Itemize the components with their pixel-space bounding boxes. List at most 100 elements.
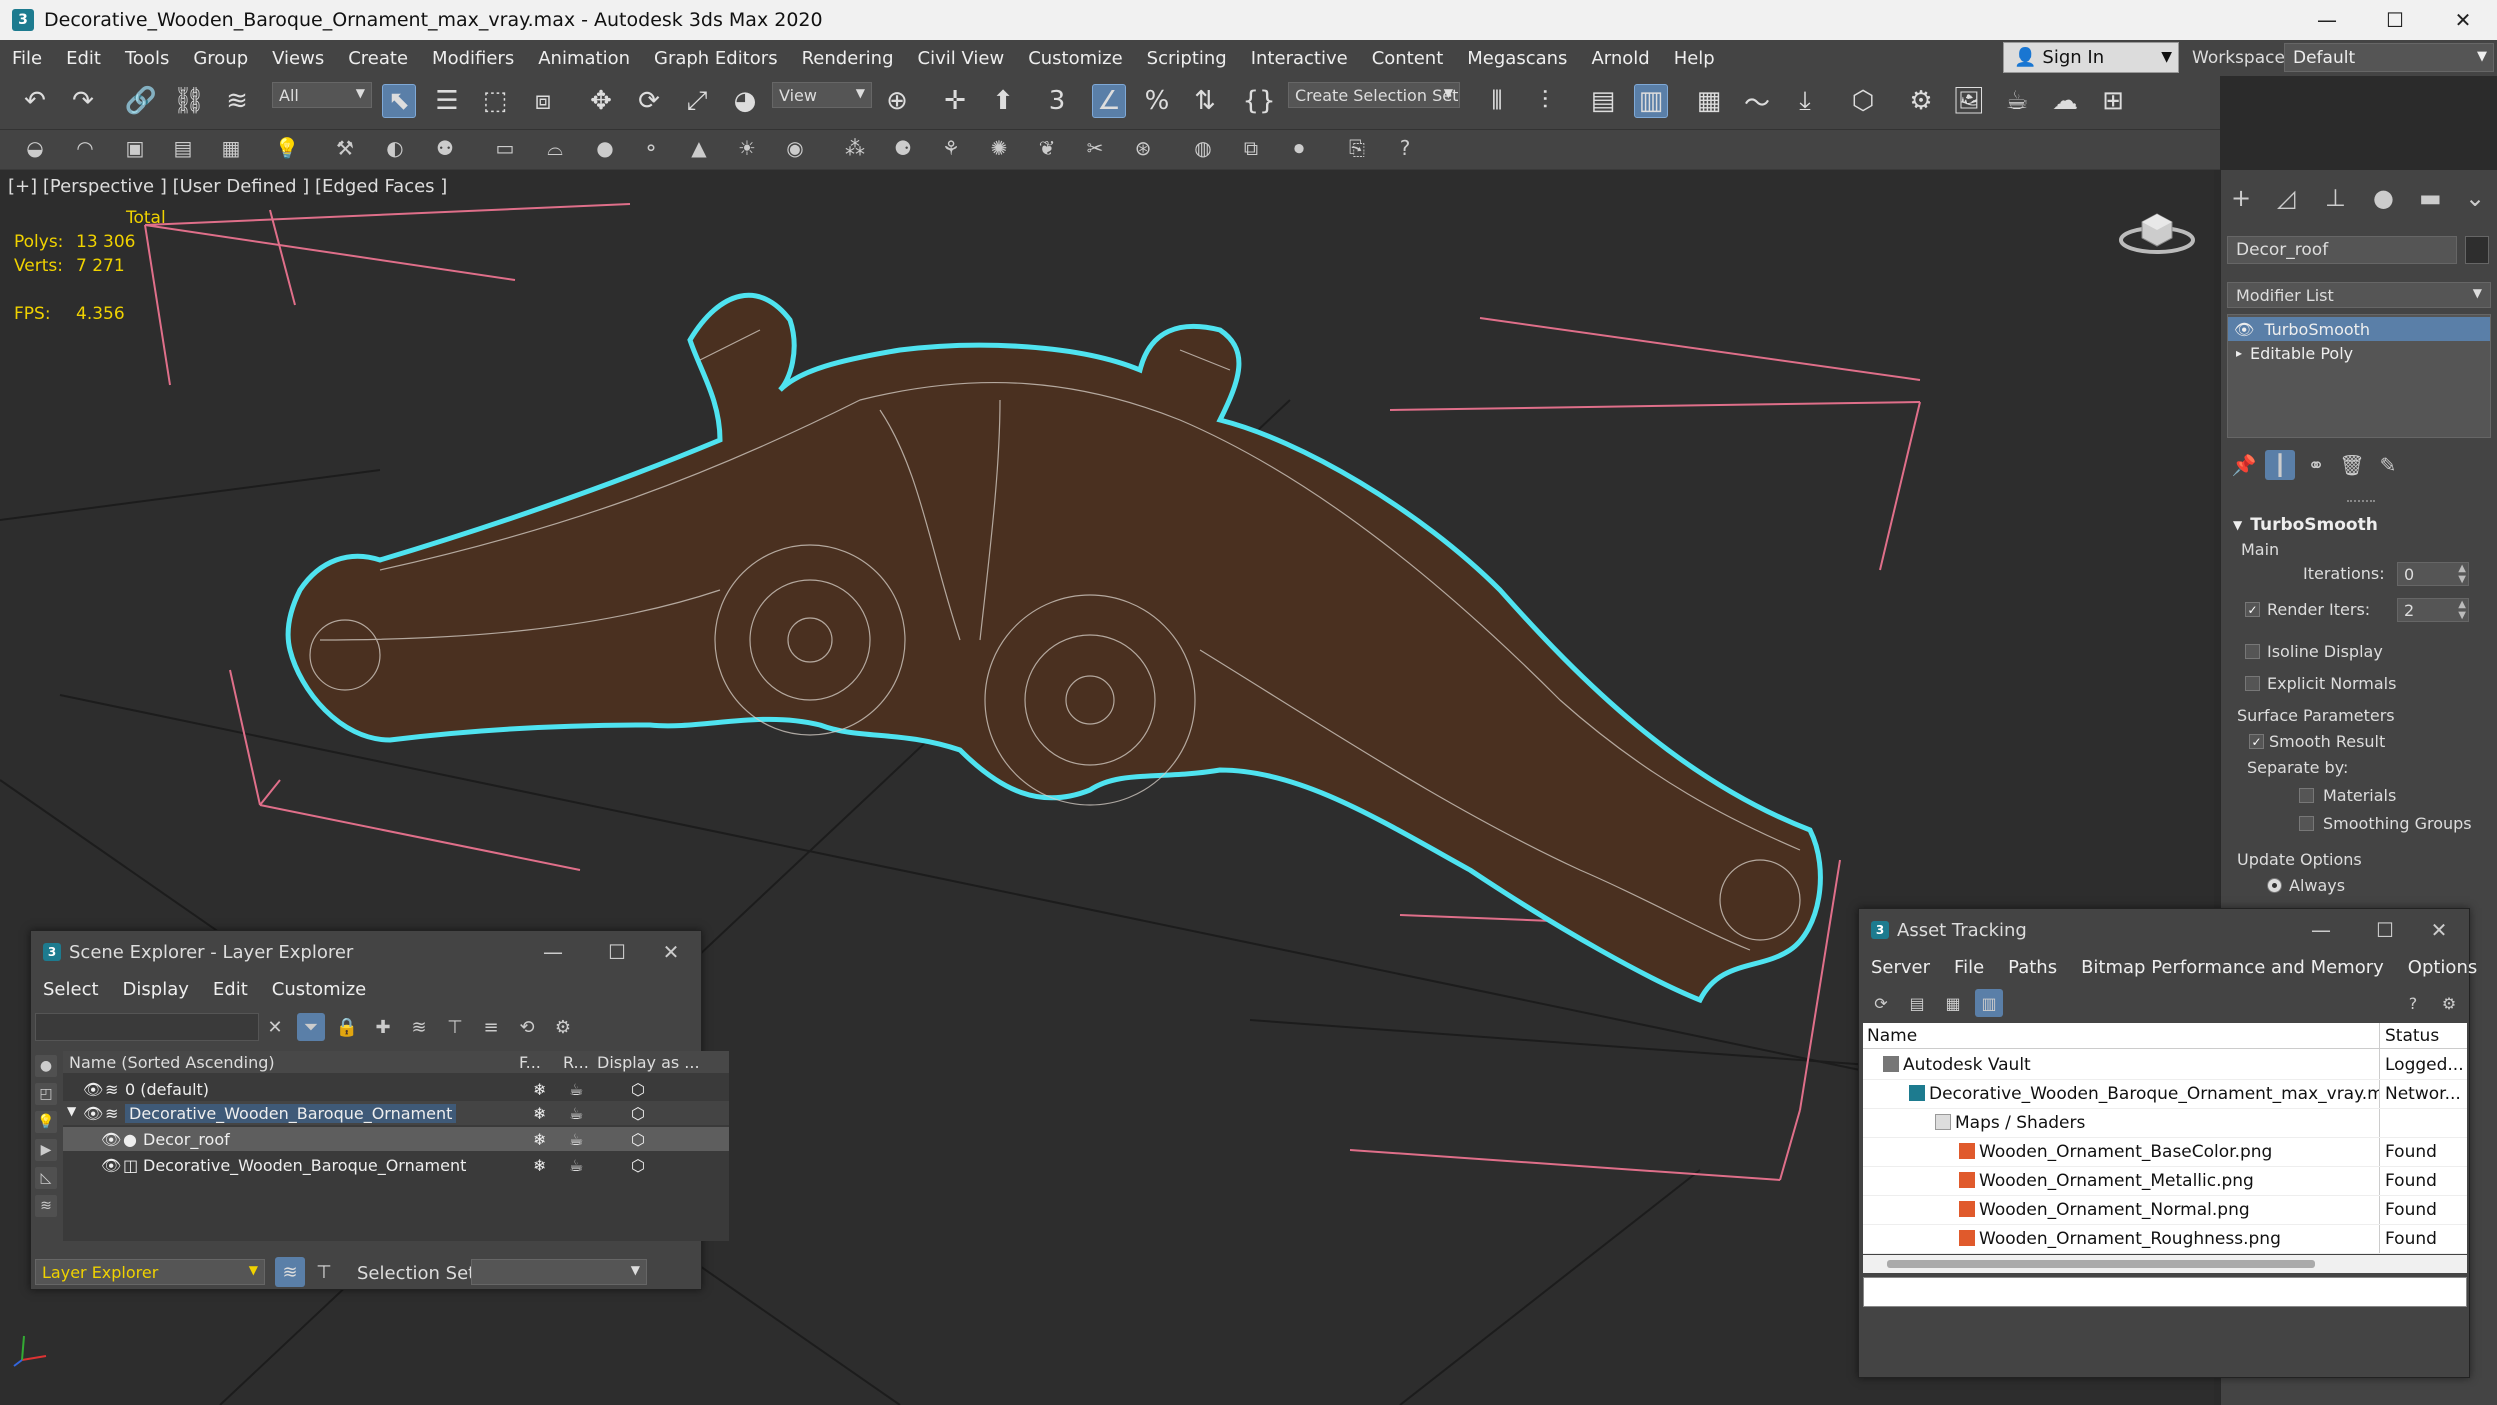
show-end-result-icon[interactable]: ┃: [2265, 450, 2295, 480]
redo-icon[interactable]: ↷: [66, 84, 100, 118]
hierarchy-tab-icon[interactable]: ⊥: [2325, 184, 2346, 212]
menu-scripting[interactable]: Scripting: [1135, 48, 1239, 69]
move-icon[interactable]: ✥: [584, 84, 618, 118]
minimize-button[interactable]: —: [533, 937, 573, 967]
vray-material-icon[interactable]: ◍: [1188, 133, 1218, 163]
align-icon[interactable]: ⫶: [1528, 84, 1562, 118]
keyboard-shortcut-icon[interactable]: ⬆: [986, 84, 1020, 118]
layer-row[interactable]: 👁 ◫ Decorative_Wooden_Baroque_Ornament ❄…: [63, 1153, 729, 1177]
schematic-view-icon[interactable]: ⤓: [1788, 84, 1822, 118]
search-input[interactable]: [35, 1013, 259, 1041]
options-icon[interactable]: ⚙: [2435, 989, 2463, 1017]
col-display-as[interactable]: Display as ...: [597, 1053, 700, 1072]
mirror-icon[interactable]: ⫴: [1480, 84, 1514, 118]
at-menu-paths[interactable]: Paths: [1996, 957, 2069, 978]
spinner-arrows-icon[interactable]: ▲ ▼: [2458, 563, 2466, 585]
col-status[interactable]: Status: [2385, 1026, 2439, 1046]
undo-icon[interactable]: ↶: [18, 84, 52, 118]
render-cloud-icon[interactable]: ☁: [2048, 84, 2082, 118]
display-box-icon[interactable]: ⬡: [631, 1156, 645, 1175]
object-color-swatch[interactable]: [2465, 236, 2489, 264]
render-setup-icon[interactable]: ⚙: [1904, 84, 1938, 118]
maximize-button[interactable]: ☐: [2365, 915, 2405, 945]
sync-icon[interactable]: ⟲: [513, 1013, 541, 1041]
menu-modifiers[interactable]: Modifiers: [420, 48, 526, 69]
object-name-field[interactable]: Decor_roof: [2227, 236, 2457, 264]
selection-filter-dropdown[interactable]: All ▼: [272, 82, 372, 108]
layer-explorer-icon[interactable]: ▥: [1634, 84, 1668, 118]
vray-mesh-light-icon[interactable]: ⚬: [636, 133, 666, 163]
minimize-button[interactable]: —: [2293, 0, 2361, 40]
utilities-tab-icon[interactable]: ⌄: [2465, 184, 2485, 212]
edit-named-selection-icon[interactable]: {}: [1242, 84, 1276, 118]
placement-icon[interactable]: ◕: [728, 84, 762, 118]
unlink-icon[interactable]: ⛓: [172, 84, 206, 118]
display-spacewarps-icon[interactable]: ≋: [35, 1195, 57, 1217]
viewcube-icon[interactable]: [2118, 200, 2196, 260]
at-menu-server[interactable]: Server: [1859, 957, 1942, 978]
vray-mesh-icon[interactable]: ⚉: [430, 133, 460, 163]
display-box-icon[interactable]: ⬡: [631, 1130, 645, 1149]
eye-icon[interactable]: 👁: [101, 1156, 121, 1175]
create-tab-icon[interactable]: +: [2231, 184, 2251, 212]
viewport-label[interactable]: [+] [Perspective ] [User Defined ] [Edge…: [8, 176, 447, 197]
vray-frame-icon[interactable]: ▣: [120, 133, 150, 163]
menu-group[interactable]: Group: [181, 48, 260, 69]
menu-edit[interactable]: Edit: [54, 48, 113, 69]
vray-camera-icon[interactable]: ⏺: [1284, 133, 1314, 163]
hierarchy-icon[interactable]: ⊤: [441, 1013, 469, 1041]
explicit-normals-checkbox[interactable]: [2245, 676, 2260, 691]
display-lights-icon[interactable]: 💡: [35, 1111, 57, 1133]
motion-tab-icon[interactable]: ●: [2373, 184, 2394, 212]
materials-checkbox[interactable]: [2299, 788, 2314, 803]
snap-toggle-icon[interactable]: 3: [1040, 84, 1074, 118]
layer-row[interactable]: ▼ 👁 ≋ Decorative_Wooden_Baroque_Ornament…: [63, 1101, 729, 1125]
bind-spacewarp-icon[interactable]: ≋: [220, 84, 254, 118]
vray-decal-icon[interactable]: ✂: [1080, 133, 1110, 163]
menu-rendering[interactable]: Rendering: [790, 48, 906, 69]
vray-proxy-icon[interactable]: ⁂: [840, 133, 870, 163]
asset-row[interactable]: Decorative_Wooden_Baroque_Ornament_max_v…: [1863, 1080, 2467, 1109]
display-geometry-icon[interactable]: ◰: [35, 1083, 57, 1105]
render-viewport-icon[interactable]: ⊞: [2096, 84, 2130, 118]
lock-icon[interactable]: 🔒: [333, 1013, 361, 1041]
vray-light-lister-icon[interactable]: 💡: [272, 133, 302, 163]
display-tab-icon[interactable]: ▬: [2419, 184, 2442, 212]
spinner-snap-icon[interactable]: ⇅: [1188, 84, 1222, 118]
freeze-icon[interactable]: ❄: [533, 1130, 546, 1149]
link-icon[interactable]: 🔗: [124, 84, 158, 118]
minimize-button[interactable]: —: [2301, 915, 2341, 945]
freeze-icon[interactable]: ❄: [533, 1156, 546, 1175]
layer-row[interactable]: 👁 ≋ 0 (default) ❄ ☕ ⬡: [63, 1077, 729, 1101]
eye-icon[interactable]: 👁: [101, 1130, 121, 1149]
horizontal-scrollbar[interactable]: [1863, 1255, 2467, 1273]
always-radio[interactable]: [2267, 878, 2282, 893]
stack-item-editable-poly[interactable]: ▸ Editable Poly: [2228, 341, 2490, 365]
vray-bake-icon[interactable]: ⚒: [330, 133, 360, 163]
maximize-button[interactable]: ☐: [597, 937, 637, 967]
col-name[interactable]: Name: [1867, 1026, 1917, 1046]
vray-stack-icon[interactable]: ▤: [168, 133, 198, 163]
sign-in-button[interactable]: 👤 Sign In ▼: [2003, 42, 2179, 73]
vray-scene-converter-icon[interactable]: ⎘: [1342, 133, 1372, 163]
smoothing-groups-checkbox[interactable]: [2299, 816, 2314, 831]
menu-file[interactable]: File: [0, 48, 54, 69]
thumbnail-view-icon[interactable]: ▦: [1939, 989, 1967, 1017]
menu-arnold[interactable]: Arnold: [1579, 48, 1661, 69]
close-button[interactable]: ✕: [651, 937, 691, 967]
select-by-name-icon[interactable]: ☰: [430, 84, 464, 118]
render-teapot-icon[interactable]: ☕: [569, 1080, 583, 1099]
vray-icon[interactable]: ◒: [20, 133, 50, 163]
se-menu-edit[interactable]: Edit: [201, 979, 260, 1000]
expand-arrow-icon[interactable]: ▸: [2236, 346, 2242, 360]
layer-row[interactable]: 👁 ● Decor_roof ❄ ☕ ⬡: [63, 1127, 729, 1151]
percent-snap-icon[interactable]: %: [1140, 84, 1174, 118]
asset-row[interactable]: Wooden_Ornament_Normal.png Found: [1863, 1196, 2467, 1225]
render-teapot-icon[interactable]: ☕: [569, 1130, 583, 1149]
isoline-display-checkbox[interactable]: [2245, 644, 2260, 659]
asset-row[interactable]: Maps / Shaders: [1863, 1109, 2467, 1138]
se-menu-customize[interactable]: Customize: [260, 979, 378, 1000]
eye-icon[interactable]: 👁: [83, 1080, 103, 1099]
vray-sphere-fade-icon[interactable]: ✺: [984, 133, 1014, 163]
configure-sets-icon[interactable]: ✎: [2373, 450, 2403, 480]
